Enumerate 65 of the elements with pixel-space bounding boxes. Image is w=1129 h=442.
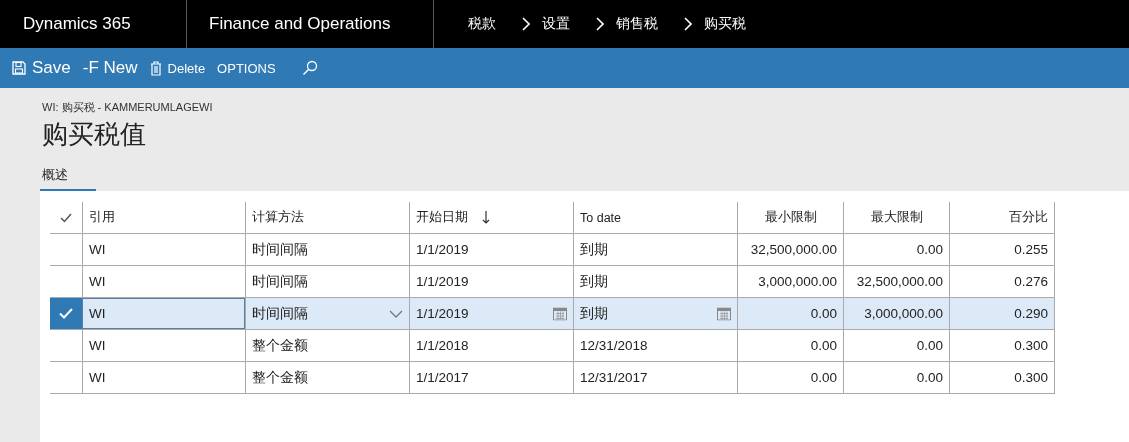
column-header[interactable]: To date xyxy=(580,210,621,225)
table-cell: 0.276 xyxy=(1014,274,1048,289)
save-icon xyxy=(12,61,26,75)
column-header[interactable]: 百分比 xyxy=(1009,209,1048,226)
chevron-icon xyxy=(596,17,604,31)
table-cell: 0.255 xyxy=(1014,242,1048,257)
table-cell: 整个金额 xyxy=(252,368,308,387)
table-cell: 时间间隔 xyxy=(252,272,308,291)
options-button[interactable]: OPTIONS xyxy=(215,56,286,80)
table-cell: 0.00 xyxy=(810,338,837,353)
table-cell: WI xyxy=(89,306,106,321)
new-button[interactable]: -F New xyxy=(80,54,148,82)
delete-button[interactable]: Delete xyxy=(147,56,216,80)
table-cell: 到期 xyxy=(580,272,608,291)
table-cell: 32,500,000.00 xyxy=(750,242,837,257)
table-cell: 1/1/2019 xyxy=(416,274,469,289)
row-selector[interactable] xyxy=(50,298,82,329)
table-cell: 到期 xyxy=(580,304,608,323)
column-header[interactable]: 开始日期 xyxy=(416,209,468,226)
trash-icon xyxy=(149,60,162,76)
save-button[interactable]: Save xyxy=(10,54,81,82)
check-icon xyxy=(59,308,73,319)
breadcrumb-item[interactable]: 销售税 xyxy=(616,15,658,33)
table-cell: 时间间隔 xyxy=(252,304,308,323)
table-cell: 12/31/2018 xyxy=(580,338,648,353)
table-cell: 32,500,000.00 xyxy=(856,274,943,289)
table-cell: 整个金额 xyxy=(252,336,308,355)
table-cell: 时间间隔 xyxy=(252,240,308,259)
table-cell: 12/31/2017 xyxy=(580,370,648,385)
column-header[interactable]: 计算方法 xyxy=(252,209,304,226)
dropdown-caret-icon[interactable] xyxy=(389,309,403,318)
table-cell: 1/1/2017 xyxy=(416,370,469,385)
breadcrumb-item[interactable]: 税款 xyxy=(468,15,496,33)
table-cell: 1/1/2019 xyxy=(416,306,469,321)
select-all-check-icon[interactable] xyxy=(60,212,72,223)
page-title: 购买税值 xyxy=(41,118,147,151)
table-cell: 0.300 xyxy=(1014,370,1048,385)
table-cell: WI xyxy=(89,370,106,385)
table-cell: 1/1/2019 xyxy=(416,242,469,257)
search-icon xyxy=(301,60,318,76)
table-cell: 1/1/2018 xyxy=(416,338,469,353)
chevron-icon xyxy=(522,17,530,31)
table-cell: WI xyxy=(89,242,106,257)
column-header[interactable]: 最大限制 xyxy=(870,209,923,226)
table-cell: 3,000,000.00 xyxy=(864,306,943,321)
calendar-icon[interactable] xyxy=(717,307,731,320)
record-caption: WI: 购买税 - KAMMERUMLAGEWI xyxy=(41,100,214,115)
breadcrumb-item[interactable]: 设置 xyxy=(542,15,570,33)
table-cell: 0.00 xyxy=(916,370,943,385)
table-cell: 0.00 xyxy=(810,370,837,385)
calendar-icon[interactable] xyxy=(553,307,567,320)
breadcrumb-item[interactable]: 购买税 xyxy=(704,15,746,33)
column-header[interactable]: 最小限制 xyxy=(764,209,817,226)
table-cell: 0.00 xyxy=(916,242,943,257)
table-cell: 0.00 xyxy=(916,338,943,353)
table-cell: WI xyxy=(89,274,106,289)
table-cell: 到期 xyxy=(580,240,608,259)
column-header[interactable]: 引用 xyxy=(89,209,115,226)
chevron-icon xyxy=(684,17,692,31)
table-cell: WI xyxy=(89,338,106,353)
table-cell: 3,000,000.00 xyxy=(758,274,837,289)
table-cell: 0.00 xyxy=(810,306,837,321)
sort-down-icon[interactable] xyxy=(482,211,490,224)
table-cell: 0.290 xyxy=(1014,306,1048,321)
table-cell: 0.300 xyxy=(1014,338,1048,353)
